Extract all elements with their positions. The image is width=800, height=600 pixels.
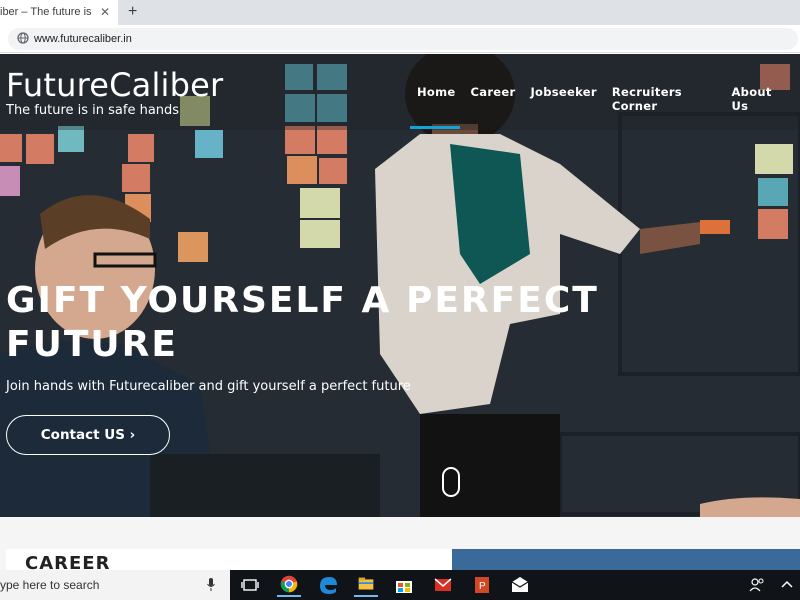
url-text: www.futurecaliber.in (34, 33, 132, 45)
site-tagline: The future is in safe hands (6, 103, 180, 118)
task-view-icon[interactable] (238, 573, 262, 597)
powerpoint-icon[interactable]: P (470, 573, 494, 597)
contact-us-button[interactable]: Contact US › (6, 415, 170, 455)
globe-icon (17, 32, 29, 44)
nav-jobseeker[interactable]: Jobseeker (530, 85, 596, 113)
people-icon[interactable] (745, 573, 769, 597)
site-logo[interactable]: FutureCaliber (6, 66, 223, 104)
microphone-icon[interactable] (207, 578, 215, 592)
content-section: CAREER (0, 517, 800, 579)
close-icon[interactable]: ✕ (100, 0, 110, 25)
chevron-up-icon[interactable] (775, 573, 799, 597)
main-nav: Home Career Jobseeker Recruiters Corner … (417, 85, 800, 113)
hero-headline: GIFT YOURSELF A PERFECT FUTURE (6, 279, 606, 367)
hero-headline-line1: GIFT YOURSELF A PERFECT (6, 280, 599, 321)
hero-subline: Join hands with Futurecaliber and gift y… (6, 379, 411, 394)
browser-tab[interactable]: iber – The future is in sa ✕ (0, 0, 118, 25)
svg-text:P: P (479, 581, 486, 592)
search-input[interactable]: ype here to search (0, 570, 99, 600)
nav-recruiters-corner[interactable]: Recruiters Corner (612, 85, 717, 113)
file-explorer-icon[interactable] (354, 573, 378, 597)
mail-icon[interactable] (508, 573, 532, 597)
edge-icon[interactable] (316, 573, 340, 597)
nav-career[interactable]: Career (471, 85, 516, 113)
tab-strip: iber – The future is in sa ✕ + (0, 0, 800, 25)
chrome-icon[interactable] (277, 573, 301, 597)
taskbar-search[interactable]: ype here to search (0, 570, 230, 600)
address-bar: www.futurecaliber.in (0, 25, 800, 53)
windows-taskbar: ype here to search P (0, 570, 800, 600)
nav-about-us[interactable]: About Us (731, 85, 785, 113)
mail-red-icon[interactable] (431, 573, 455, 597)
hero-section: FutureCaliber The future is in safe hand… (0, 54, 800, 517)
active-nav-indicator (410, 126, 460, 129)
tab-title: iber – The future is in sa (0, 6, 92, 18)
store-icon[interactable] (392, 573, 416, 597)
hero-headline-line2: FUTURE (6, 324, 178, 365)
nav-home[interactable]: Home (417, 85, 456, 113)
new-tab-button[interactable]: + (128, 0, 137, 24)
scroll-down-icon[interactable] (442, 467, 460, 497)
url-field[interactable]: www.futurecaliber.in (8, 28, 798, 50)
